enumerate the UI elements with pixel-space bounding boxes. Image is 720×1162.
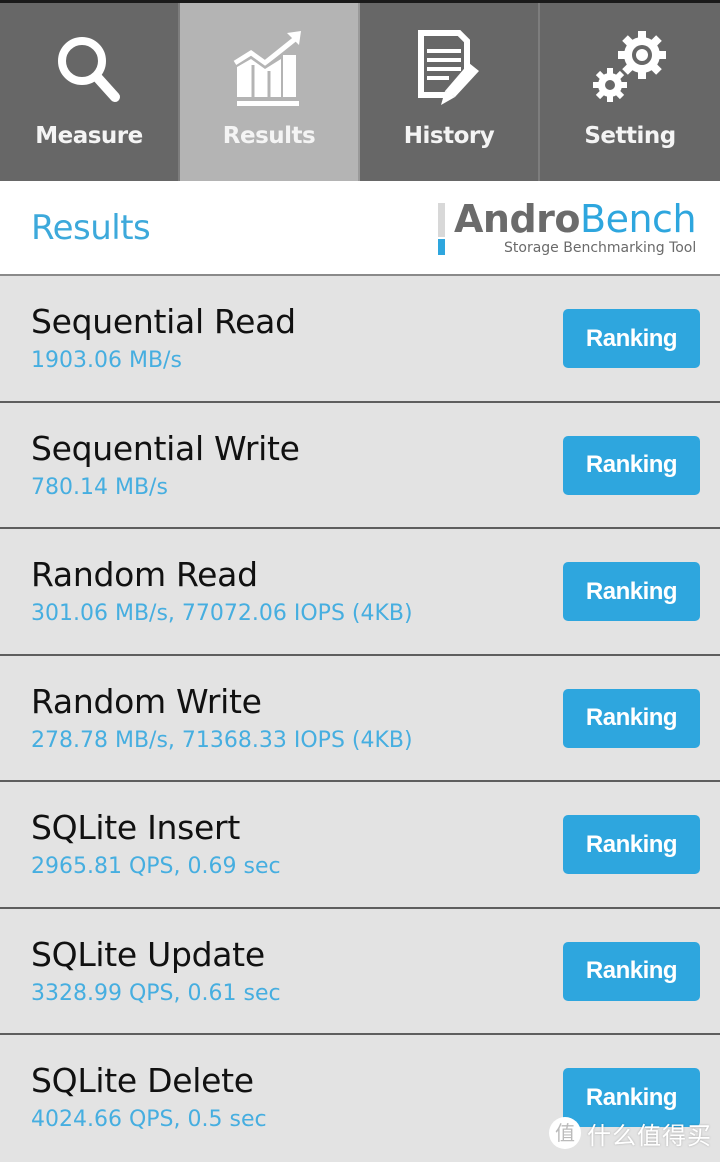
result-row-sqlite-insert: SQLite Insert 2965.81 QPS, 0.69 sec Rank… [0, 782, 720, 909]
result-row-random-write: Random Write 278.78 MB/s, 71368.33 IOPS … [0, 655, 720, 782]
logo-tagline: Storage Benchmarking Tool [504, 240, 697, 256]
result-value: 278.78 MB/s, 71368.33 IOPS (4KB) [31, 727, 413, 753]
tab-label: Setting [584, 123, 676, 149]
ranking-button[interactable]: Ranking [563, 309, 700, 368]
tab-results[interactable]: Results [180, 3, 360, 181]
tab-label: Results [222, 123, 316, 149]
ranking-button[interactable]: Ranking [563, 941, 700, 1001]
result-value: 301.06 MB/s, 77072.06 IOPS (4KB) [31, 601, 413, 626]
tab-bar: Measure Results History Setting [0, 0, 720, 181]
result-row-sequential-read: Sequential Read 1903.06 MB/s Ranking [0, 276, 720, 403]
tab-label: Measure [35, 123, 143, 149]
result-row-sequential-write: Sequential Write 780.14 MB/s Ranking [0, 402, 720, 529]
watermark: 值 什么值得买 [549, 1114, 712, 1152]
result-row-random-read: Random Read 301.06 MB/s, 77072.06 IOPS (… [0, 529, 720, 656]
result-row-sqlite-update: SQLite Update 3328.99 QPS, 0.61 sec Rank… [0, 908, 720, 1035]
results-list: Sequential Read 1903.06 MB/s Ranking Seq… [0, 276, 720, 1162]
ranking-button[interactable]: Ranking [563, 815, 700, 874]
chart-up-icon [233, 31, 301, 106]
result-name: SQLite Update [31, 934, 265, 974]
tab-setting[interactable]: Setting [540, 3, 720, 181]
result-name: SQLite Insert [31, 808, 240, 847]
page-header: Results AndroBench Storage Benchmarking … [0, 181, 720, 276]
ranking-button[interactable]: Ranking [563, 688, 700, 748]
result-name: Sequential Write [31, 428, 300, 468]
document-pencil-icon [418, 30, 479, 105]
page-title: Results [31, 208, 151, 248]
result-value: 1903.06 MB/s [31, 348, 182, 373]
logo-bar-grey [438, 203, 445, 237]
ranking-button[interactable]: Ranking [563, 435, 700, 495]
result-value: 4024.66 QPS, 0.5 sec [31, 1107, 267, 1132]
result-value: 2965.81 QPS, 0.69 sec [31, 854, 281, 879]
result-name: Sequential Read [31, 302, 296, 341]
result-name: SQLite Delete [31, 1061, 254, 1100]
ranking-button[interactable]: Ranking [563, 562, 700, 621]
logo-bar-blue [438, 239, 445, 255]
result-value: 780.14 MB/s [31, 474, 168, 500]
logo-name: AndroBench [454, 197, 697, 241]
tab-measure[interactable]: Measure [0, 3, 180, 181]
androbench-logo: AndroBench Storage Benchmarking Tool [438, 197, 698, 261]
logo-name-part2: Bench [580, 197, 697, 241]
gears-icon [593, 31, 666, 102]
watermark-text: 什么值得买 [587, 1121, 712, 1150]
tab-label: History [403, 123, 495, 149]
tab-history[interactable]: History [360, 3, 540, 181]
logo-name-part1: Andro [454, 197, 581, 241]
result-name: Random Write [31, 681, 262, 721]
watermark-logo-icon: 值 [549, 1117, 581, 1149]
result-name: Random Read [31, 555, 258, 594]
search-icon [58, 37, 120, 102]
result-value: 3328.99 QPS, 0.61 sec [31, 980, 281, 1006]
